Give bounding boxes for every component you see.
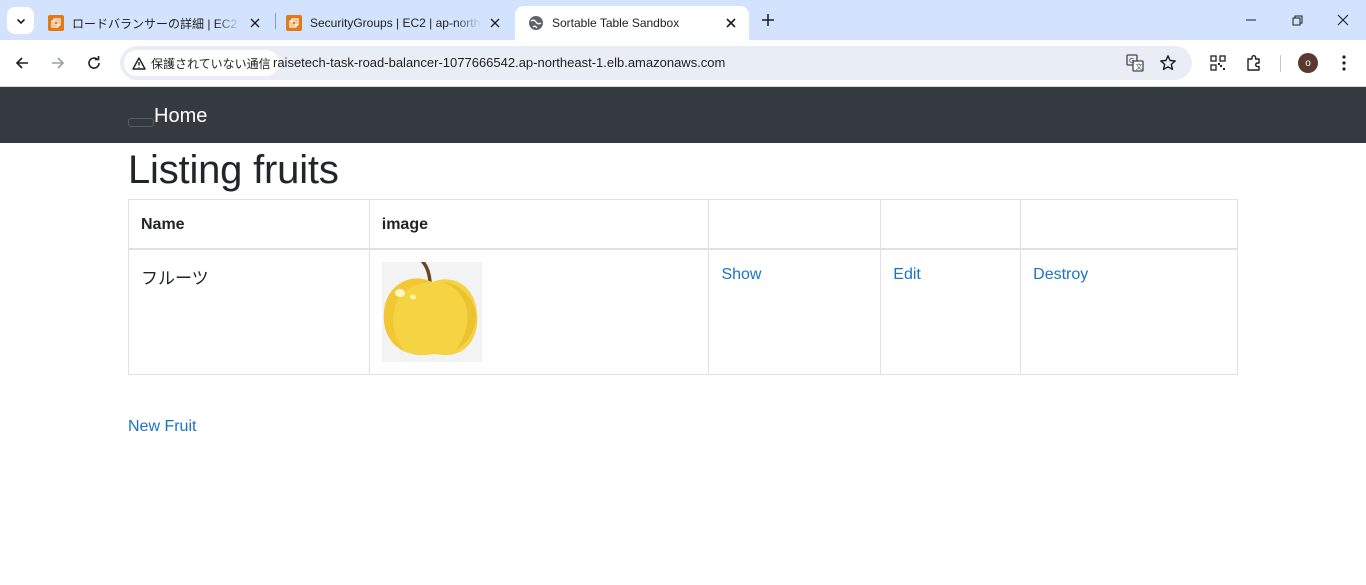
navbar-toggler-button[interactable] <box>128 118 154 127</box>
profile-avatar[interactable]: o <box>1298 53 1318 73</box>
edit-link[interactable]: Edit <box>893 266 921 284</box>
minimize-icon <box>1246 19 1256 21</box>
warning-icon <box>132 56 146 70</box>
destroy-cell: Destroy <box>1020 248 1238 375</box>
new-fruit-link[interactable]: New Fruit <box>128 418 196 436</box>
tab-sortable-table-sandbox[interactable]: Sortable Table Sandbox <box>515 6 749 40</box>
column-header-image: image <box>368 199 710 250</box>
close-icon[interactable] <box>487 15 503 31</box>
back-arrow-icon <box>15 57 28 69</box>
chevron-down-icon <box>16 18 25 24</box>
plus-icon <box>762 14 774 26</box>
svg-text:G: G <box>1129 57 1134 65</box>
reload-icon <box>88 56 100 69</box>
browser-toolbar: 保護されていない通信 raisetech-task-road-balancer-… <box>0 40 1366 87</box>
forward-arrow-icon <box>52 57 65 69</box>
menu-dots-icon[interactable] <box>1333 52 1355 74</box>
fruit-image <box>381 261 482 362</box>
security-label: 保護されていない通信 <box>151 56 271 71</box>
aws-icon <box>48 15 64 31</box>
minimize-button[interactable] <box>1228 0 1274 40</box>
qr-code-icon[interactable] <box>1207 52 1229 74</box>
column-header-destroy <box>1020 199 1238 250</box>
aws-icon <box>286 15 302 31</box>
close-window-button[interactable] <box>1320 0 1366 40</box>
show-link[interactable]: Show <box>721 266 761 284</box>
url-text[interactable]: raisetech-task-road-balancer-1077666542.… <box>273 55 725 70</box>
restore-button[interactable] <box>1274 0 1320 40</box>
tab-title: SecurityGroups | EC2 | ap-northeast-1 <box>310 16 481 30</box>
site-navbar: Home <box>0 87 1366 143</box>
table-row: フルーツ Show Edit Destroy <box>128 248 1238 375</box>
table-header-row: Name image <box>128 199 1238 250</box>
tab-title: Sortable Table Sandbox <box>552 16 680 30</box>
fruit-name: フルーツ <box>141 268 209 288</box>
close-icon[interactable] <box>723 15 739 31</box>
close-icon[interactable] <box>247 15 263 31</box>
toolbar-divider <box>1280 55 1281 72</box>
edit-cell: Edit <box>880 248 1022 375</box>
reload-button[interactable] <box>80 49 108 77</box>
name-cell: フルーツ <box>128 248 370 375</box>
restore-icon <box>1292 15 1302 25</box>
page-title: Listing fruits <box>128 148 339 192</box>
new-tab-button[interactable] <box>757 9 779 31</box>
tab-title: ロードバランサーの詳細 | EC2 | ap-northeast-1 <box>72 16 241 31</box>
address-bar[interactable]: 保護されていない通信 raisetech-task-road-balancer-… <box>120 46 1192 80</box>
browser-tabstrip: ロードバランサーの詳細 | EC2 | ap-northeast-1 Secur… <box>0 0 1366 40</box>
back-button[interactable] <box>8 49 36 77</box>
extensions-icon[interactable] <box>1243 52 1265 74</box>
forward-button[interactable] <box>44 49 72 77</box>
svg-text:文: 文 <box>1136 62 1143 71</box>
translate-icon[interactable]: G文 <box>1125 53 1145 73</box>
destroy-link[interactable]: Destroy <box>1033 266 1088 284</box>
security-chip[interactable]: 保護されていない通信 <box>124 50 279 76</box>
show-cell: Show <box>708 248 882 375</box>
column-header-name: Name <box>128 199 370 250</box>
column-header-edit <box>880 199 1022 250</box>
close-icon <box>1337 14 1349 26</box>
image-cell <box>368 248 710 375</box>
tab-security-groups[interactable]: SecurityGroups | EC2 | ap-northeast-1 <box>273 6 513 40</box>
tab-load-balancer[interactable]: ロードバランサーの詳細 | EC2 | ap-northeast-1 <box>35 6 273 40</box>
tab-search-button[interactable] <box>7 7 34 34</box>
bookmark-star-icon[interactable] <box>1158 53 1178 73</box>
globe-icon <box>529 16 543 30</box>
fruits-table: Name image フルーツ Show Edit Destroy <box>128 199 1238 375</box>
home-link[interactable]: Home <box>154 105 207 128</box>
column-header-show <box>708 199 882 250</box>
